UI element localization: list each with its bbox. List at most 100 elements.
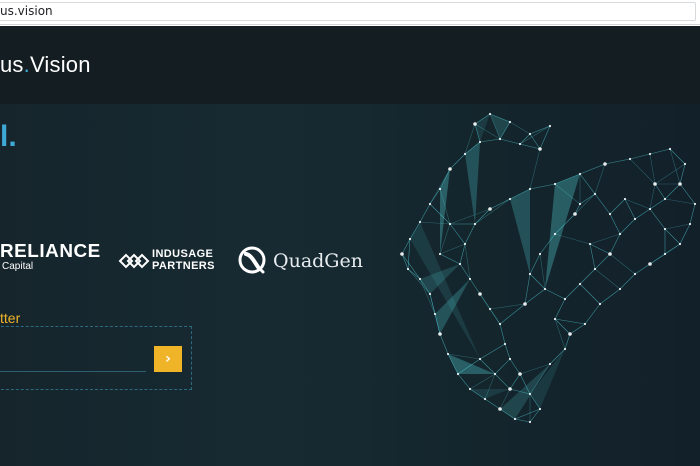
partner-logo-reliance: RELIANCE Capital <box>0 241 100 272</box>
map-node <box>473 222 477 226</box>
map-node <box>653 182 657 186</box>
map-node <box>463 152 467 156</box>
polygon-network-world-map <box>400 112 697 424</box>
map-node <box>478 357 482 361</box>
map-node <box>503 342 507 346</box>
map-node <box>478 140 482 144</box>
map-node <box>478 292 482 296</box>
map-node <box>663 252 667 256</box>
map-node <box>493 372 497 376</box>
map-node <box>446 352 450 356</box>
map-node <box>618 287 622 291</box>
map-node <box>508 197 512 201</box>
site-logo[interactable]: us.Vision <box>0 52 91 78</box>
map-node <box>468 277 472 281</box>
quadgen-name: QuadGen <box>273 250 363 272</box>
map-facet <box>545 174 580 289</box>
url-text[interactable]: us.vision <box>0 4 53 18</box>
map-facet <box>475 114 490 142</box>
map-node <box>608 252 612 256</box>
map-facet <box>448 354 495 374</box>
map-node <box>543 287 547 291</box>
map-node <box>648 262 652 266</box>
map-node <box>583 322 587 326</box>
map-node <box>508 120 512 124</box>
map-node <box>448 167 452 171</box>
map-node <box>488 207 492 211</box>
map-node <box>563 297 567 301</box>
map-node <box>438 332 442 336</box>
indusage-line2: PARTNERS <box>152 260 215 272</box>
map-node <box>648 152 652 156</box>
map-node <box>428 202 432 206</box>
diamond-chain-logo-icon <box>118 253 150 269</box>
map-facet <box>510 189 530 274</box>
map-node <box>578 172 582 176</box>
map-node <box>508 387 512 391</box>
map-node <box>498 407 502 411</box>
map-node <box>648 207 652 211</box>
map-node <box>553 182 557 186</box>
map-facet <box>465 142 480 224</box>
map-node <box>678 182 682 186</box>
website-viewport: us.Vision l. RELIANCE Capital INDUSAGE P… <box>0 26 700 466</box>
map-node <box>538 147 542 151</box>
map-node <box>483 397 487 401</box>
map-node <box>406 267 410 271</box>
map-node <box>598 302 602 306</box>
map-node <box>663 197 667 201</box>
map-node <box>593 192 597 196</box>
map-node <box>633 272 637 276</box>
map-node <box>418 220 422 224</box>
map-node <box>548 362 552 366</box>
map-node <box>400 252 404 256</box>
site-header <box>0 26 700 104</box>
map-node <box>433 312 437 316</box>
newsletter-submit-button[interactable]: › <box>154 346 182 372</box>
map-node <box>528 272 532 276</box>
map-node <box>408 237 412 241</box>
map-node <box>688 222 692 226</box>
map-node <box>458 262 462 266</box>
map-node <box>623 197 627 201</box>
map-node <box>448 222 452 226</box>
map-node <box>578 282 582 286</box>
map-node <box>683 162 687 166</box>
map-node <box>693 202 697 206</box>
browser-address-bar[interactable]: us.vision <box>0 0 700 25</box>
map-node <box>428 292 432 296</box>
newsletter-label: tter <box>0 310 21 326</box>
map-node <box>463 242 467 246</box>
map-node <box>618 232 622 236</box>
map-node <box>538 407 542 411</box>
newsletter-email-input[interactable] <box>0 344 146 372</box>
map-node <box>528 392 532 396</box>
reliance-name: RELIANCE <box>0 241 101 261</box>
map-node <box>473 122 477 126</box>
reliance-sub: Capital <box>2 261 34 272</box>
logo-prefix: us <box>0 52 24 77</box>
map-node <box>588 242 592 246</box>
logo-suffix: Vision <box>29 52 91 77</box>
chevron-right-icon: › <box>165 351 171 367</box>
map-node <box>513 417 517 421</box>
map-node <box>593 267 597 271</box>
map-node <box>663 227 667 231</box>
map-node <box>553 317 557 321</box>
map-node <box>498 322 502 326</box>
map-facet <box>410 222 480 359</box>
map-node <box>488 112 492 116</box>
map-node <box>608 212 612 216</box>
map-node <box>528 420 532 424</box>
map-node <box>418 277 422 281</box>
map-node <box>528 132 532 136</box>
map-node <box>438 252 442 256</box>
indusage-line1: INDUSAGE <box>152 248 214 260</box>
map-node <box>456 372 460 376</box>
map-node <box>438 187 442 191</box>
map-node <box>678 242 682 246</box>
map-node <box>563 347 567 351</box>
map-node <box>633 217 637 221</box>
map-node <box>603 162 607 166</box>
map-node <box>518 372 522 376</box>
